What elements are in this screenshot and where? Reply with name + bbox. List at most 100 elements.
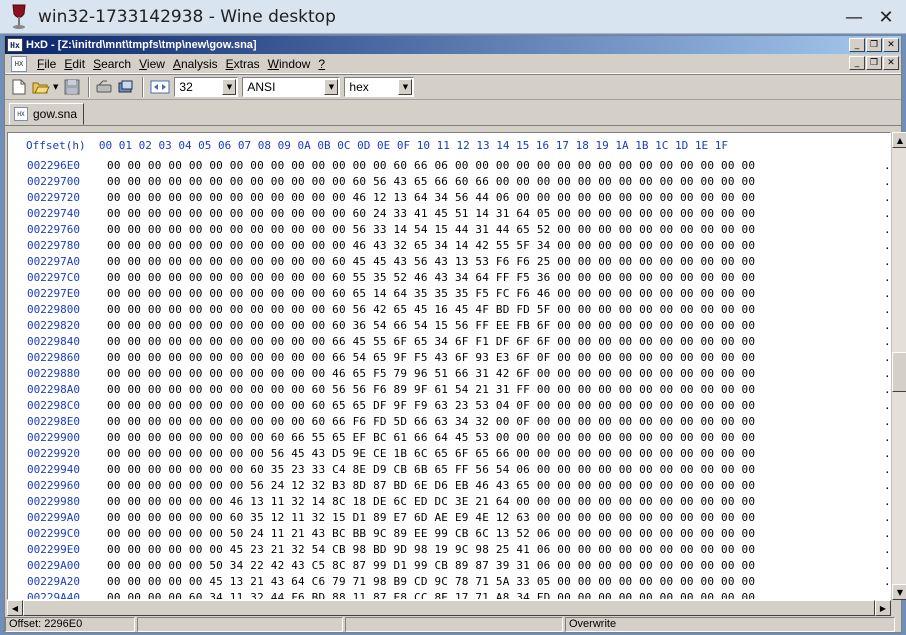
row-ascii[interactable]: . xyxy=(884,366,890,382)
new-file-icon[interactable] xyxy=(9,77,29,97)
row-ascii[interactable]: . xyxy=(884,446,890,462)
row-bytes[interactable]: 00 00 00 00 00 00 00 00 00 00 00 00 60 5… xyxy=(107,174,755,190)
row-ascii[interactable]: . xyxy=(884,270,890,286)
row-offset: 002297A0 xyxy=(27,255,80,268)
row-ascii[interactable]: . xyxy=(884,158,890,174)
save-disk-icon[interactable] xyxy=(62,77,82,97)
menu-file[interactable]: File xyxy=(33,57,60,71)
row-bytes[interactable]: 00 00 00 00 00 00 00 00 00 00 60 65 65 D… xyxy=(107,398,755,414)
bytes-per-row-icon xyxy=(148,77,172,97)
app-restore-button[interactable]: ❐ xyxy=(866,38,882,52)
row-bytes[interactable]: 00 00 00 00 00 00 00 00 00 00 00 60 65 1… xyxy=(107,286,755,302)
menu-extras[interactable]: Extras xyxy=(222,57,264,71)
row-bytes[interactable]: 00 00 00 00 00 00 00 00 56 45 43 D5 9E C… xyxy=(107,446,755,462)
row-ascii[interactable]: . xyxy=(884,334,890,350)
status-length xyxy=(345,617,563,632)
open-ram-icon[interactable] xyxy=(116,77,136,97)
row-bytes[interactable]: 00 00 00 00 00 00 00 00 00 00 00 00 46 1… xyxy=(107,190,755,206)
row-bytes[interactable]: 00 00 00 00 60 34 11 32 44 F6 BD 88 11 8… xyxy=(107,590,755,599)
row-ascii[interactable]: . xyxy=(884,462,890,478)
row-bytes[interactable]: 00 00 00 00 00 00 00 00 00 00 00 60 55 3… xyxy=(107,270,755,286)
row-ascii[interactable]: . xyxy=(884,190,890,206)
row-bytes[interactable]: 00 00 00 00 00 00 00 00 00 00 00 00 60 2… xyxy=(107,206,755,222)
scroll-down-arrow-icon[interactable]: ▼ xyxy=(892,584,906,600)
vertical-scrollbar[interactable]: ▲ ▼ xyxy=(891,132,906,600)
row-ascii[interactable]: . xyxy=(884,318,890,334)
row-ascii[interactable]: . xyxy=(884,222,890,238)
menu-analysis[interactable]: Analysis xyxy=(169,57,222,71)
row-bytes[interactable]: 00 00 00 00 00 00 00 00 00 00 00 46 65 F… xyxy=(107,366,755,382)
menu-edit[interactable]: Edit xyxy=(60,57,89,71)
bytes-per-row-select[interactable]: 32 ▼ xyxy=(174,77,239,97)
hex-editor-pane[interactable]: Offset(h) 00 01 02 03 04 05 06 07 08 09 … xyxy=(7,132,891,600)
doc-minimize-button[interactable]: _ xyxy=(849,56,865,70)
row-bytes[interactable]: 00 00 00 00 00 00 00 56 24 12 32 B3 8D 8… xyxy=(107,478,755,494)
row-bytes[interactable]: 00 00 00 00 00 00 00 00 00 00 00 60 45 4… xyxy=(107,254,755,270)
row-bytes[interactable]: 00 00 00 00 00 00 50 24 11 21 43 BC BB 9… xyxy=(107,526,755,542)
open-disk-icon[interactable] xyxy=(94,77,114,97)
horizontal-scroll-thumb[interactable] xyxy=(23,600,875,616)
scroll-left-arrow-icon[interactable]: ◀ xyxy=(7,600,23,616)
menu-help[interactable]: ? xyxy=(314,57,329,71)
row-ascii[interactable]: . xyxy=(884,350,890,366)
row-bytes[interactable]: 00 00 00 00 00 00 00 00 00 00 60 66 F6 F… xyxy=(107,414,755,430)
row-offset: 002298A0 xyxy=(27,383,80,396)
row-ascii[interactable]: . xyxy=(884,558,890,574)
row-bytes[interactable]: 00 00 00 00 00 45 13 21 43 64 C6 79 71 9… xyxy=(107,574,755,590)
row-ascii[interactable]: . xyxy=(884,174,890,190)
row-ascii[interactable]: . xyxy=(884,254,890,270)
open-dropdown-arrow-icon[interactable]: ▼ xyxy=(53,83,58,91)
app-close-button[interactable]: ✕ xyxy=(883,38,899,52)
menu-search[interactable]: Search xyxy=(89,57,135,71)
row-ascii[interactable]: . xyxy=(884,286,890,302)
vertical-scroll-thumb[interactable] xyxy=(892,352,906,392)
row-bytes[interactable]: 00 00 00 00 00 00 00 00 60 66 55 65 EF B… xyxy=(107,430,755,446)
scroll-up-arrow-icon[interactable]: ▲ xyxy=(892,132,906,148)
row-bytes[interactable]: 00 00 00 00 00 00 00 00 00 00 00 66 45 5… xyxy=(107,334,755,350)
row-bytes[interactable]: 00 00 00 00 00 00 00 00 00 00 60 56 56 F… xyxy=(107,382,755,398)
minimize-button[interactable]: — xyxy=(842,6,866,28)
menu-window[interactable]: Window xyxy=(264,57,315,71)
row-bytes[interactable]: 00 00 00 00 00 00 46 13 11 32 14 8C 18 D… xyxy=(107,494,755,510)
app-minimize-button[interactable]: _ xyxy=(849,38,865,52)
row-ascii[interactable]: . xyxy=(884,526,890,542)
row-ascii[interactable]: . xyxy=(884,414,890,430)
chevron-down-icon[interactable]: ▼ xyxy=(222,79,237,95)
scroll-right-arrow-icon[interactable]: ▶ xyxy=(875,600,891,616)
row-ascii[interactable]: . xyxy=(884,302,890,318)
row-bytes[interactable]: 00 00 00 00 00 00 00 00 00 00 00 60 36 5… xyxy=(107,318,755,334)
open-folder-icon[interactable] xyxy=(31,77,51,97)
row-bytes[interactable]: 00 00 00 00 00 00 00 00 00 00 00 66 54 6… xyxy=(107,350,755,366)
charset-select[interactable]: ANSI ▼ xyxy=(242,77,341,97)
row-bytes[interactable]: 00 00 00 00 00 00 00 00 00 00 00 00 00 0… xyxy=(107,158,755,174)
row-ascii[interactable]: . xyxy=(884,430,890,446)
row-ascii[interactable]: . xyxy=(884,398,890,414)
row-ascii[interactable]: . xyxy=(884,238,890,254)
tab-gow-sna[interactable]: HX gow.sna xyxy=(9,103,85,125)
row-ascii[interactable]: . xyxy=(884,542,890,558)
chevron-down-icon[interactable]: ▼ xyxy=(398,79,413,95)
row-ascii[interactable]: . xyxy=(884,494,890,510)
row-bytes[interactable]: 00 00 00 00 00 50 34 22 42 43 C5 8C 87 9… xyxy=(107,558,755,574)
row-ascii[interactable]: . xyxy=(884,574,890,590)
doc-close-button[interactable]: ✕ xyxy=(883,56,899,70)
offset-base-select[interactable]: hex ▼ xyxy=(344,77,415,97)
row-ascii[interactable]: . xyxy=(884,510,890,526)
row-bytes[interactable]: 00 00 00 00 00 00 00 00 00 00 00 60 56 4… xyxy=(107,302,755,318)
document-icon[interactable]: HX xyxy=(11,55,27,72)
row-bytes[interactable]: 00 00 00 00 00 00 00 60 35 23 33 C4 8E D… xyxy=(107,462,755,478)
row-bytes[interactable]: 00 00 00 00 00 00 00 00 00 00 00 00 46 4… xyxy=(107,238,755,254)
close-button[interactable]: ✕ xyxy=(874,6,898,28)
doc-restore-button[interactable]: ❐ xyxy=(866,56,882,70)
row-ascii[interactable]: . xyxy=(884,206,890,222)
row-bytes[interactable]: 00 00 00 00 00 00 45 23 21 32 54 CB 98 B… xyxy=(107,542,755,558)
row-ascii[interactable]: . xyxy=(884,590,890,599)
row-ascii[interactable]: . xyxy=(884,478,890,494)
row-offset: 00229820 xyxy=(27,319,80,332)
row-bytes[interactable]: 00 00 00 00 00 00 00 00 00 00 00 00 56 3… xyxy=(107,222,755,238)
row-ascii[interactable]: . xyxy=(884,382,890,398)
chevron-down-icon[interactable]: ▼ xyxy=(324,79,339,95)
horizontal-scrollbar[interactable]: ◀ ▶ xyxy=(7,600,891,616)
menu-view[interactable]: View xyxy=(135,57,169,71)
row-bytes[interactable]: 00 00 00 00 00 00 60 35 12 11 32 15 D1 8… xyxy=(107,510,755,526)
